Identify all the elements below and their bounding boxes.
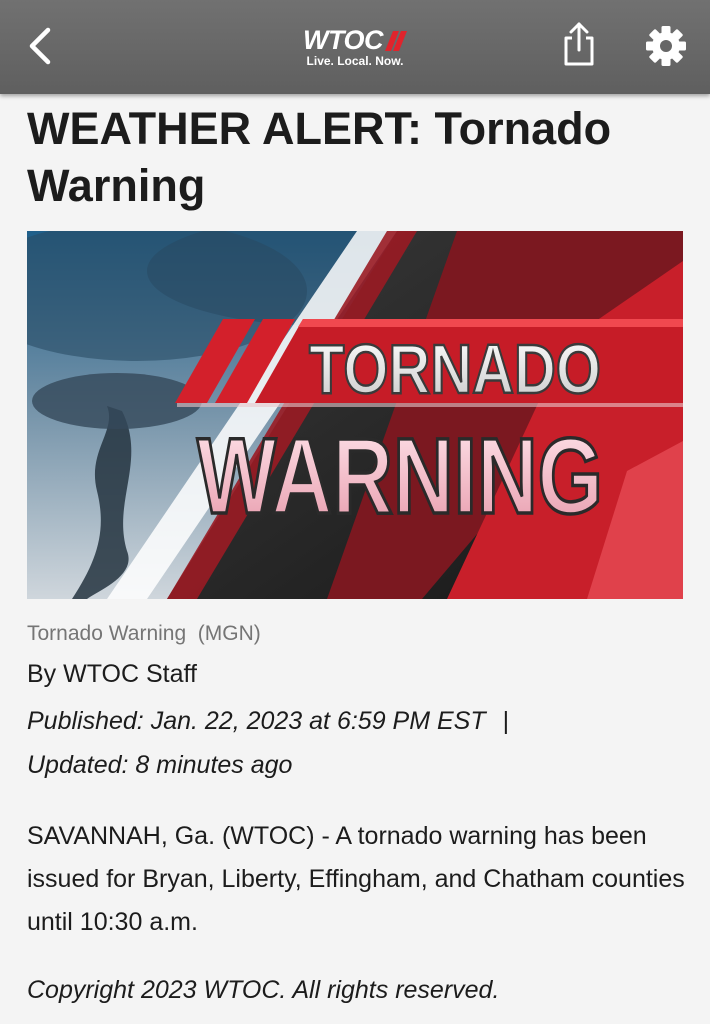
article-body: SAVANNAH, Ga. (WTOC) - A tornado warning… — [27, 822, 685, 936]
settings-button[interactable] — [644, 24, 688, 68]
hero-image[interactable]: TORNADO WARNING — [27, 231, 683, 599]
logo-wordmark: WTOC — [303, 25, 384, 55]
back-button[interactable] — [22, 24, 62, 68]
station-logo: WTOC Live. Local. Now. — [290, 26, 420, 68]
article-byline: By WTOC Staff — [27, 660, 197, 688]
logo-slash-mark — [385, 31, 407, 51]
chevron-left-icon — [29, 27, 51, 65]
copyright-notice: Copyright 2023 WTOC. All rights reserved… — [27, 976, 500, 1004]
share-icon — [564, 22, 594, 66]
app-header: WTOC Live. Local. Now. — [0, 0, 710, 94]
share-button[interactable] — [558, 20, 600, 68]
date-separator: | — [502, 707, 510, 735]
hero-line-warning: WARNING — [197, 415, 603, 536]
tornado-warning-graphic: TORNADO WARNING — [27, 231, 683, 599]
updated-date: Updated: 8 minutes ago — [27, 751, 293, 779]
logo-tagline: Live. Local. Now. — [306, 54, 404, 68]
image-caption: Tornado Warning (MGN) — [27, 622, 261, 645]
article-headline: WEATHER ALERT: Tornado Warning — [27, 103, 612, 211]
hero-line-tornado: TORNADO — [309, 330, 601, 408]
article-dates: Published: Jan. 22, 2023 at 6:59 PM EST … — [27, 699, 667, 787]
published-date: Published: Jan. 22, 2023 at 6:59 PM EST — [27, 707, 486, 735]
gear-icon — [646, 26, 686, 66]
